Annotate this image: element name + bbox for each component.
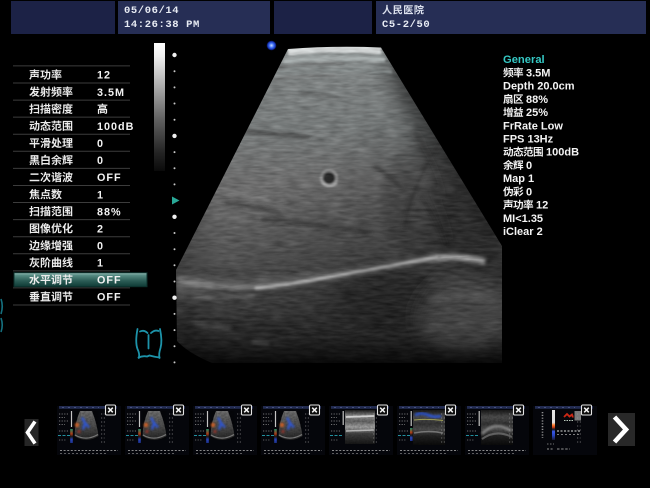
svg-text:12: 12 <box>536 200 548 212</box>
svg-text:FPS 13Hz: FPS 13Hz <box>503 134 554 146</box>
svg-text:FrRate Low: FrRate Low <box>503 120 563 132</box>
svg-text:2: 2 <box>97 223 104 235</box>
svg-text:OFF: OFF <box>97 172 122 184</box>
svg-text:General: General <box>503 54 545 66</box>
svg-text:1: 1 <box>97 258 104 270</box>
svg-text:0: 0 <box>526 160 532 172</box>
svg-text:MI<1.35: MI<1.35 <box>503 213 543 225</box>
svg-text:1: 1 <box>97 189 104 201</box>
svg-text:3.5M: 3.5M <box>97 87 125 99</box>
svg-text:OFF: OFF <box>97 292 122 304</box>
svg-text:0: 0 <box>526 186 532 198</box>
svg-text:0: 0 <box>97 155 104 167</box>
svg-text:12: 12 <box>97 70 111 82</box>
svg-text:100dB: 100dB <box>546 147 579 159</box>
svg-text:Depth 20.0cm: Depth 20.0cm <box>503 81 575 93</box>
svg-text:0: 0 <box>97 138 104 150</box>
svg-text:iClear 2: iClear 2 <box>503 226 543 238</box>
svg-text:25%: 25% <box>526 107 548 119</box>
svg-text:100dB: 100dB <box>97 121 134 133</box>
svg-text:3.5M: 3.5M <box>526 67 550 79</box>
svg-text:88%: 88% <box>526 94 548 106</box>
svg-text:OFF: OFF <box>97 275 122 287</box>
svg-text:0: 0 <box>97 241 104 253</box>
svg-text:Map 1: Map 1 <box>503 173 534 185</box>
svg-text:05/06/14: 05/06/14 <box>124 5 179 17</box>
svg-text:88%: 88% <box>97 206 122 218</box>
svg-text:C5-2/50: C5-2/50 <box>382 19 430 31</box>
svg-text:14:26:38 PM: 14:26:38 PM <box>124 19 200 31</box>
